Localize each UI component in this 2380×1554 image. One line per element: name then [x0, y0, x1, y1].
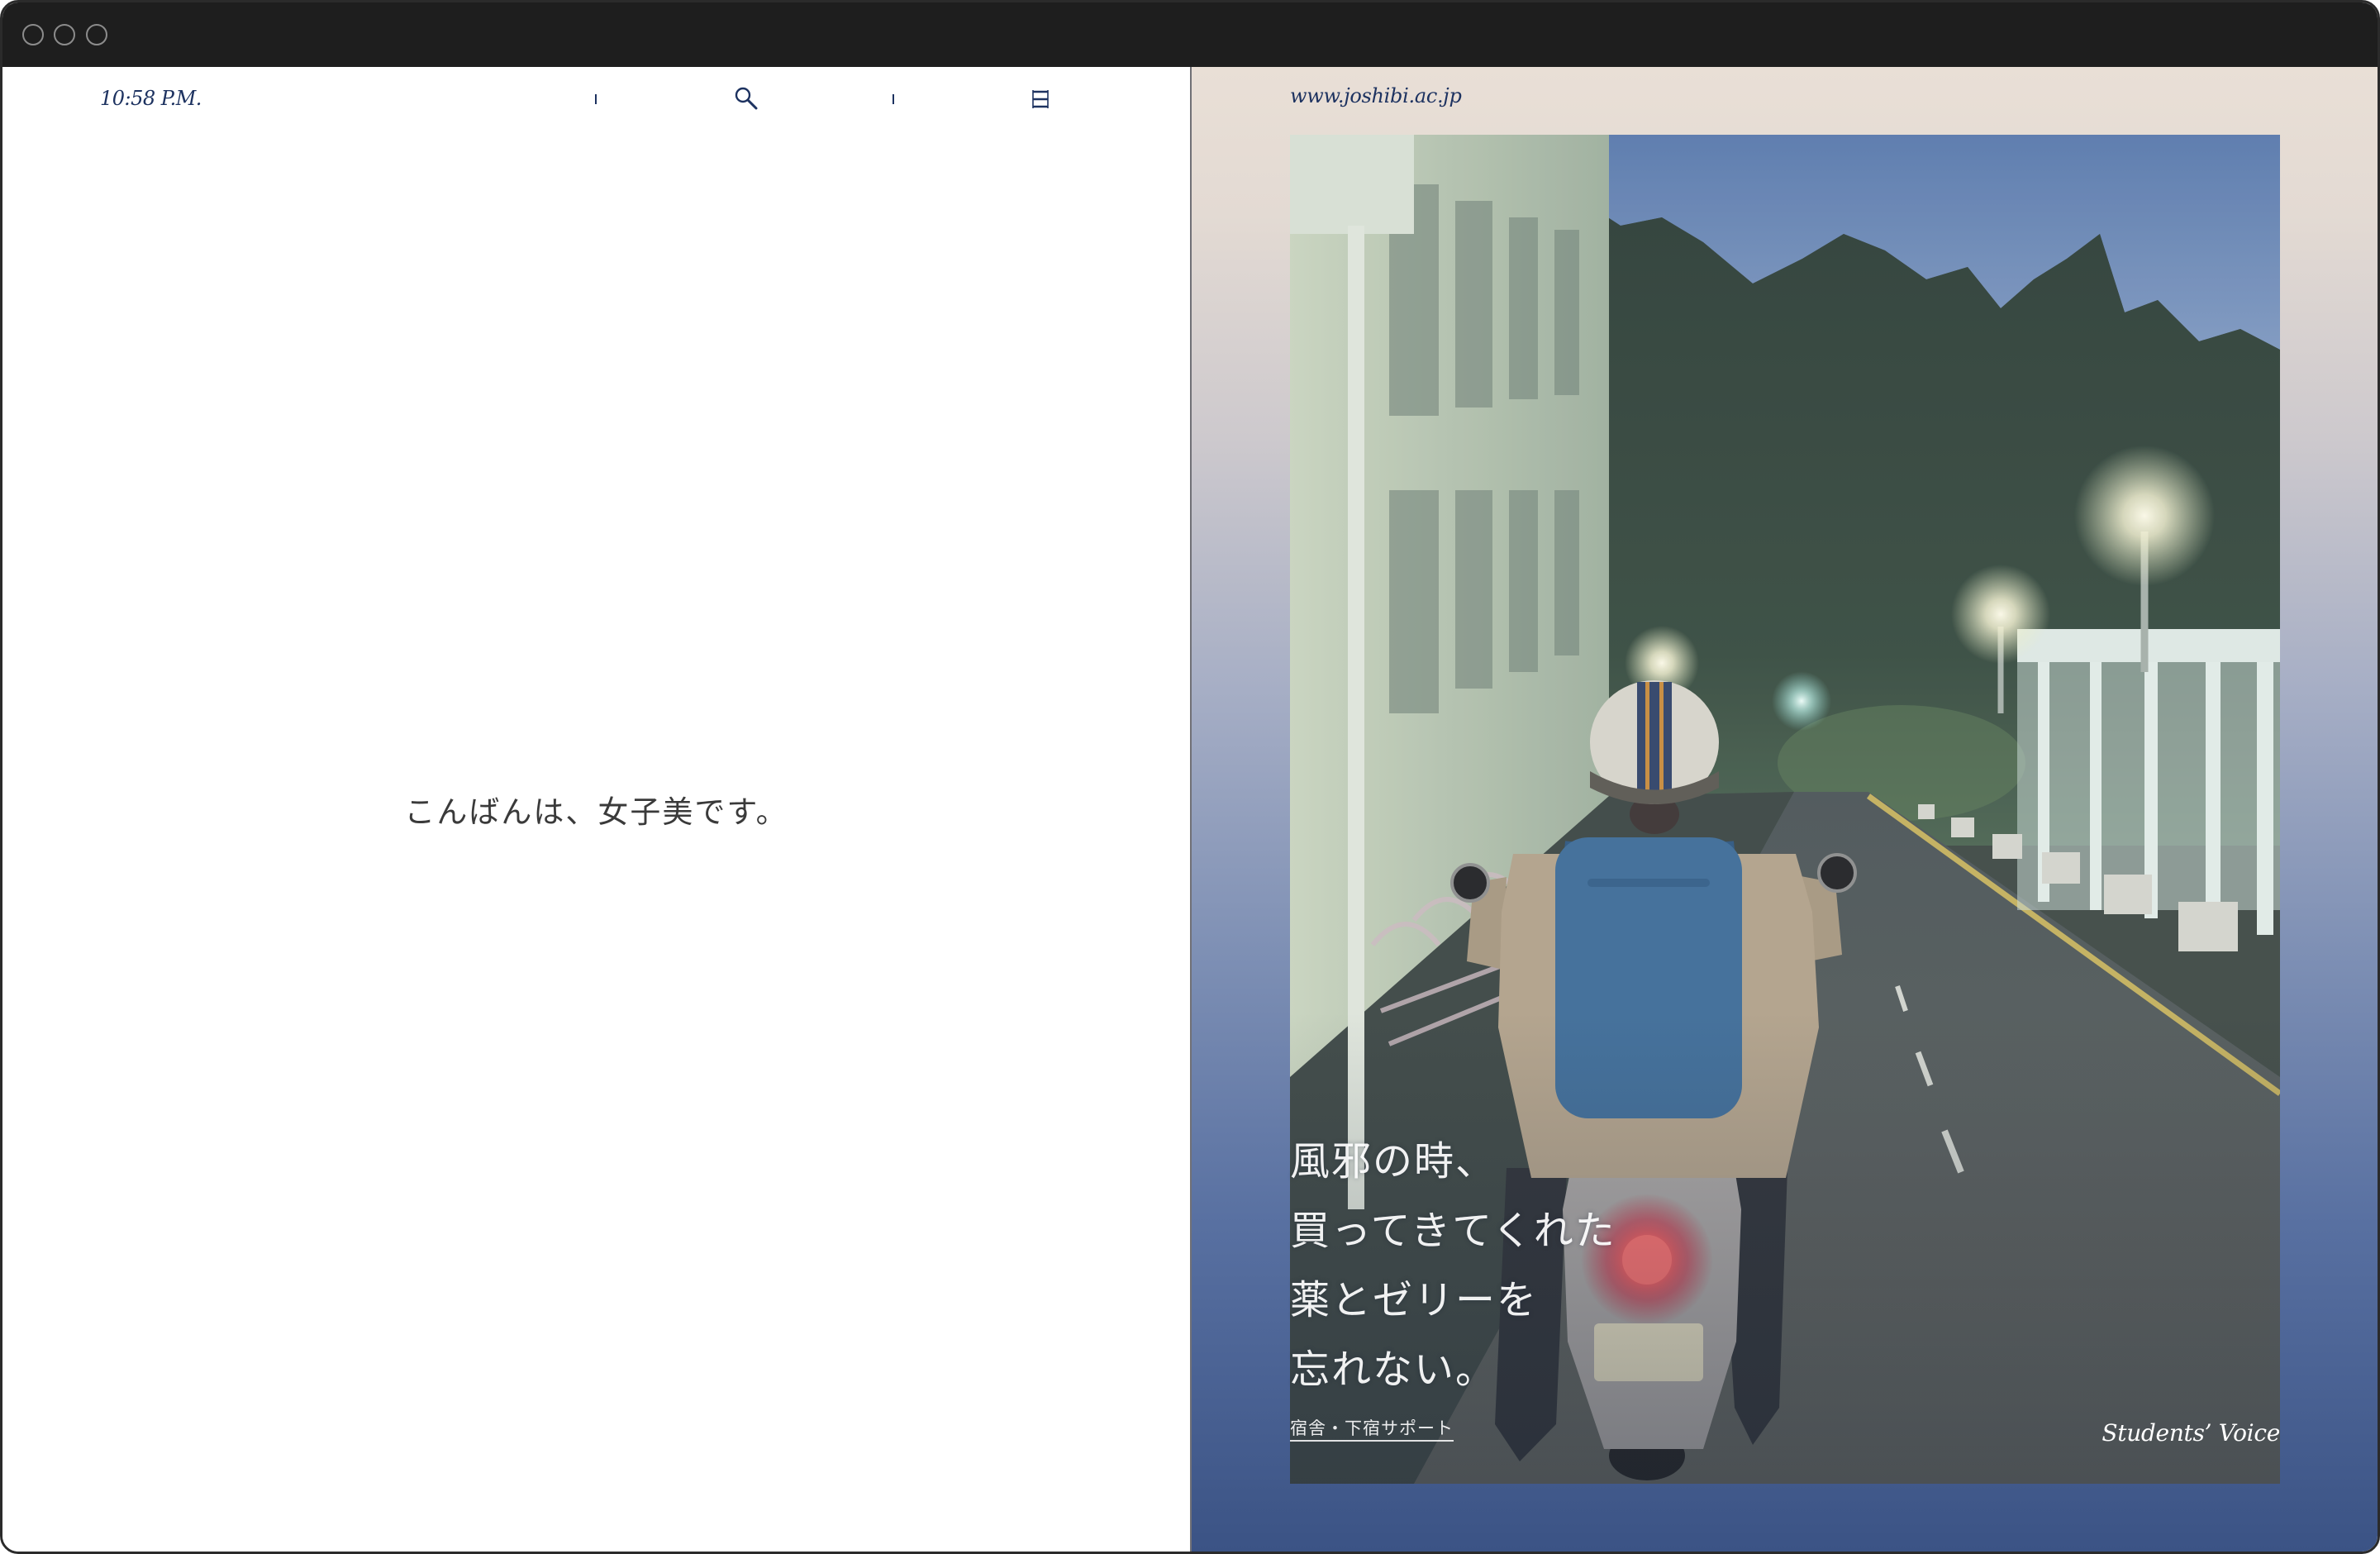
title-bar — [2, 2, 2378, 67]
headline-line: 薬とゼリーを — [1290, 1277, 1539, 1323]
feature-card[interactable]: 風邪の時、 買ってきてくれた 薬とゼリーを 忘れない。 宿舎・下宿サポート St… — [1290, 135, 2280, 1484]
feature-headline: 風邪の時、 買ってきてくれた 薬とゼリーを 忘れない。 — [1290, 1127, 1616, 1404]
left-panel: 10:58 P.M. こんばんは、女子美です。 — [2, 67, 1190, 1552]
current-time: 10:58 P.M. — [100, 87, 202, 110]
headline-line: 買ってきてくれた — [1290, 1208, 1616, 1254]
zoom-window-button[interactable] — [86, 24, 107, 45]
search-icon — [735, 87, 758, 110]
right-panel: www.joshibi.ac.jp 風邪の時、 買ってきてくれた 薬とゼリーを … — [1190, 67, 2378, 1552]
browser-window: 10:58 P.M. こんばんは、女子美です。 www.joshibi.ac.j… — [0, 0, 2380, 1554]
headline-line: 風邪の時、 — [1290, 1138, 1497, 1185]
support-link[interactable]: 宿舎・下宿サポート — [1290, 1417, 1454, 1442]
category-label: Students’ Voice — [2102, 1419, 2280, 1447]
site-url-link[interactable]: www.joshibi.ac.jp — [1290, 84, 1462, 107]
menu-icon — [1032, 90, 1049, 108]
minimize-window-button[interactable] — [54, 24, 75, 45]
greeting-message: こんばんは、女子美です。 — [404, 794, 788, 830]
header-divider — [595, 94, 597, 104]
headline-line: 忘れない。 — [1290, 1347, 1497, 1393]
header-divider — [892, 94, 894, 104]
search-button[interactable] — [732, 85, 760, 113]
close-window-button[interactable] — [22, 24, 44, 45]
menu-button[interactable] — [1028, 87, 1053, 112]
